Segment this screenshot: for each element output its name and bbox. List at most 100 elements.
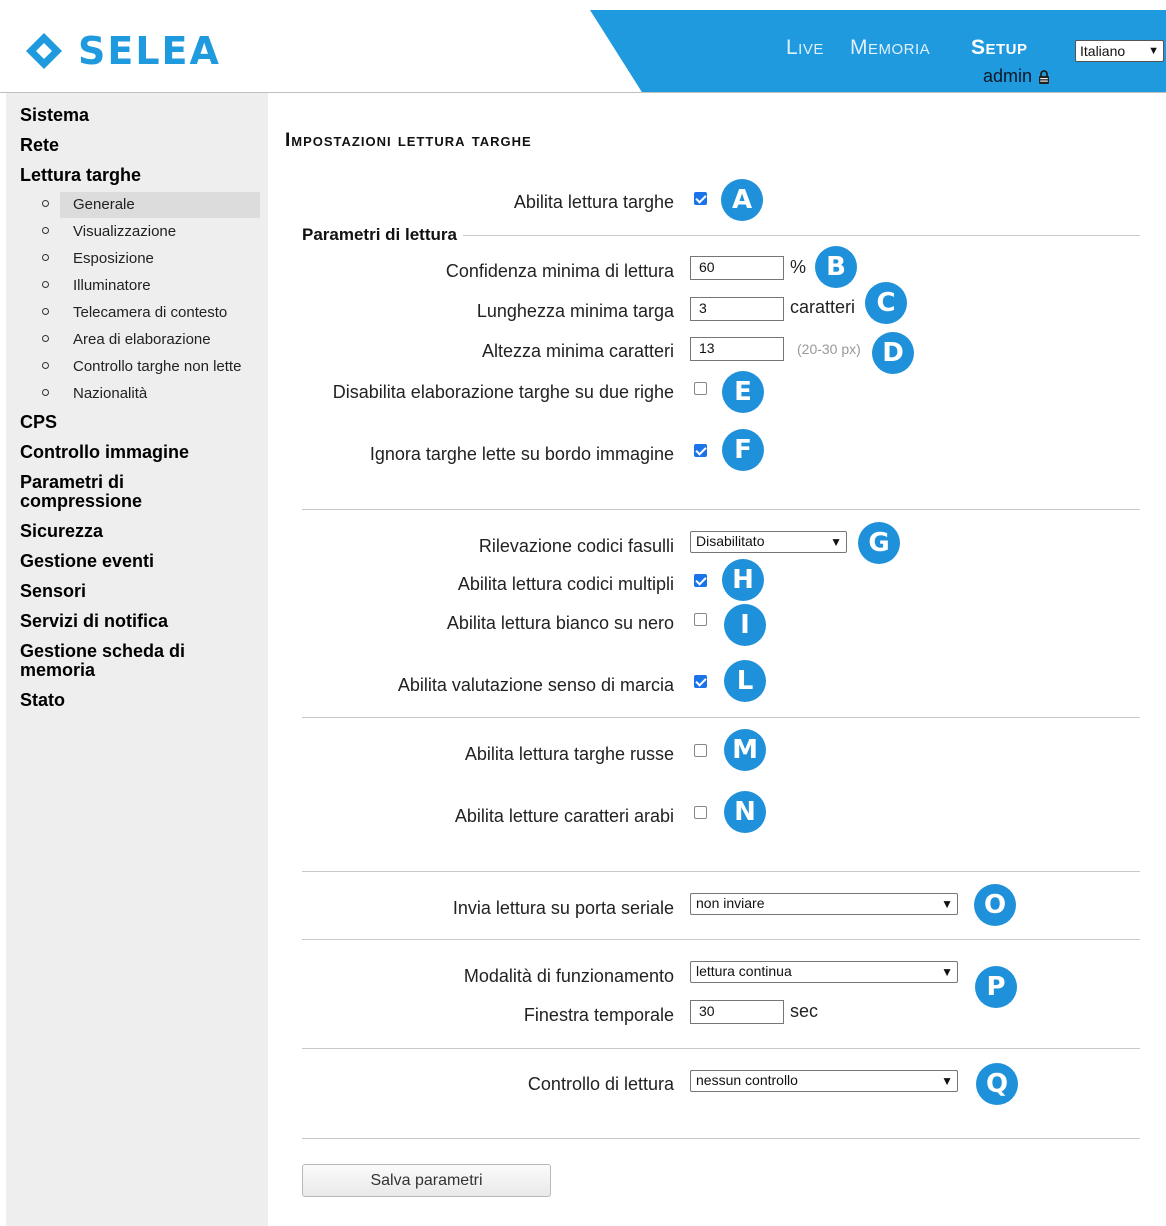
codici-fasulli-label: Rilevazione codici fasulli	[478, 536, 674, 556]
section-divider	[302, 717, 1140, 718]
sidebar-subitem-label: Telecamera di contesto	[73, 304, 228, 321]
sidebar-item-label-line2: compressione	[20, 491, 143, 511]
logo-text: SELEA	[78, 29, 221, 73]
sidebar-item-stato[interactable]: Stato	[20, 691, 65, 710]
ignora-bordo-label: Ignora targhe lette su bordo immagine	[369, 444, 674, 464]
sidebar-item-sicurezza[interactable]: Sicurezza	[20, 522, 103, 541]
abilita-lettura-checkbox[interactable]	[694, 192, 707, 205]
badge-q: Q	[976, 1063, 1018, 1105]
sidebar-item-parametri-compressione[interactable]: Parametri di compressione	[20, 473, 142, 511]
badge-p: P	[975, 966, 1017, 1008]
language-selected: Italiano	[1080, 43, 1126, 59]
codici-multipli-checkbox[interactable]	[694, 574, 707, 587]
nav-live[interactable]: Live	[786, 36, 824, 60]
sidebar-item-label-line2: memoria	[20, 660, 96, 680]
lunghezza-input[interactable]: 3	[690, 297, 784, 321]
sidebar-item-sensori[interactable]: Sensori	[20, 582, 86, 601]
sidebar-item-gestione-eventi[interactable]: Gestione eventi	[20, 552, 154, 571]
sidebar-subitem-label: Illuminatore	[73, 277, 151, 294]
chevron-down-icon: ▼	[830, 535, 842, 549]
badge-d: D	[872, 332, 914, 374]
badge-b: B	[815, 246, 857, 288]
sidebar-subitem-nazionalita[interactable]: Nazionalità	[20, 381, 260, 407]
sidebar-item-label-line1: Parametri di	[20, 472, 125, 492]
bullet-icon	[42, 362, 49, 369]
sidebar-subitem-area-elaborazione[interactable]: Area di elaborazione	[20, 327, 260, 353]
confidenza-unit: %	[790, 257, 807, 277]
sidebar-subitem-generale[interactable]: Generale	[42, 192, 260, 218]
sidebar-subitem-label: Area di elaborazione	[73, 331, 211, 348]
lock-icon	[1039, 69, 1050, 84]
sidebar-item-controllo-immagine[interactable]: Controllo immagine	[20, 443, 189, 462]
sidebar-item-servizi-notifica[interactable]: Servizi di notifica	[20, 612, 168, 631]
sidebar-item-label-line1: Gestione scheda di	[20, 641, 186, 661]
chevron-down-icon: ▼	[1148, 45, 1159, 57]
finestra-label: Finestra temporale	[523, 1005, 674, 1025]
targhe-russe-checkbox[interactable]	[694, 744, 707, 757]
select-value: nessun controllo	[696, 1072, 798, 1088]
sidebar-item-gestione-scheda-memoria[interactable]: Gestione scheda di memoria	[20, 642, 185, 680]
chevron-down-icon: ▼	[941, 965, 953, 979]
finestra-input[interactable]: 30	[690, 1000, 784, 1024]
sidebar-item-rete[interactable]: Rete	[20, 136, 59, 155]
sidebar-item-sistema[interactable]: Sistema	[20, 106, 89, 125]
disabilita-due-righe-checkbox[interactable]	[694, 382, 707, 395]
sidebar-subitem-telecamera-contesto[interactable]: Telecamera di contesto	[20, 300, 260, 326]
section-divider	[302, 509, 1140, 510]
caratteri-arabi-checkbox[interactable]	[694, 806, 707, 819]
bullet-icon	[42, 308, 49, 315]
caratteri-arabi-label: Abilita letture caratteri arabi	[454, 806, 674, 826]
bullet-icon	[42, 200, 49, 207]
chevron-down-icon: ▼	[941, 897, 953, 911]
sidebar-subitem-illuminatore[interactable]: Illuminatore	[20, 273, 260, 299]
confidenza-input[interactable]: 60	[690, 256, 784, 280]
select-value: lettura continua	[696, 963, 792, 979]
ignora-bordo-checkbox[interactable]	[694, 444, 707, 457]
sidebar-item-lettura-targhe[interactable]: Lettura targhe	[20, 166, 141, 185]
badge-n: N	[724, 791, 766, 833]
parametri-legend: Parametri di lettura	[302, 225, 463, 245]
controllo-label: Controllo di lettura	[527, 1074, 674, 1094]
selea-logo[interactable]: SELEA	[24, 28, 221, 74]
altezza-input[interactable]: 13	[690, 337, 784, 361]
nav-memoria[interactable]: Memoria	[850, 36, 930, 60]
sidebar-subitem-visualizzazione[interactable]: Visualizzazione	[20, 219, 260, 245]
senso-marcia-label: Abilita valutazione senso di marcia	[397, 675, 674, 695]
lunghezza-label: Lunghezza minima targa	[476, 301, 674, 321]
modalita-label: Modalità di funzionamento	[463, 966, 674, 986]
bianco-nero-label: Abilita lettura bianco su nero	[446, 613, 674, 633]
codici-multipli-label: Abilita lettura codici multipli	[457, 574, 674, 594]
sidebar-item-cps[interactable]: CPS	[20, 413, 57, 432]
badge-o: O	[974, 884, 1016, 926]
disabilita-due-righe-label: Disabilita elaborazione targhe su due ri…	[332, 382, 674, 402]
section-divider	[302, 1048, 1140, 1049]
modalita-select[interactable]: lettura continua ▼	[690, 961, 958, 983]
sidebar-subitem-label: Esposizione	[73, 250, 154, 267]
section-divider	[302, 1138, 1140, 1139]
language-select[interactable]: Italiano ▼	[1075, 40, 1164, 62]
header: SELEA Live Memoria Setup Italiano ▼ admi…	[0, 0, 1166, 92]
sidebar-subitem-controllo-targhe[interactable]: Controllo targhe non lette	[20, 354, 260, 380]
select-value: Disabilitato	[696, 533, 765, 549]
codici-fasulli-select[interactable]: Disabilitato ▼	[690, 531, 847, 553]
bullet-icon	[42, 335, 49, 342]
username: admin	[983, 66, 1033, 86]
sidebar: Sistema Rete Lettura targhe Generale Vis…	[6, 93, 268, 1226]
badge-g: G	[858, 522, 900, 564]
select-value: non inviare	[696, 895, 765, 911]
save-button[interactable]: Salva parametri	[302, 1164, 551, 1197]
bullet-icon	[42, 389, 49, 396]
altezza-hint: (20-30 px)	[797, 341, 861, 357]
sidebar-subitem-label: Controllo targhe non lette	[73, 358, 242, 375]
user-info: admin	[983, 66, 1050, 87]
bianco-nero-checkbox[interactable]	[694, 613, 707, 626]
nav-setup[interactable]: Setup	[971, 36, 1028, 60]
sidebar-subitem-esposizione[interactable]: Esposizione	[20, 246, 260, 272]
targhe-russe-label: Abilita lettura targhe russe	[464, 744, 674, 764]
senso-marcia-checkbox[interactable]	[694, 675, 707, 688]
badge-m: M	[724, 729, 766, 771]
diamond-logo-icon	[26, 33, 62, 69]
badge-f: F	[722, 429, 764, 471]
controllo-select[interactable]: nessun controllo ▼	[690, 1070, 958, 1092]
porta-seriale-select[interactable]: non inviare ▼	[690, 893, 958, 915]
